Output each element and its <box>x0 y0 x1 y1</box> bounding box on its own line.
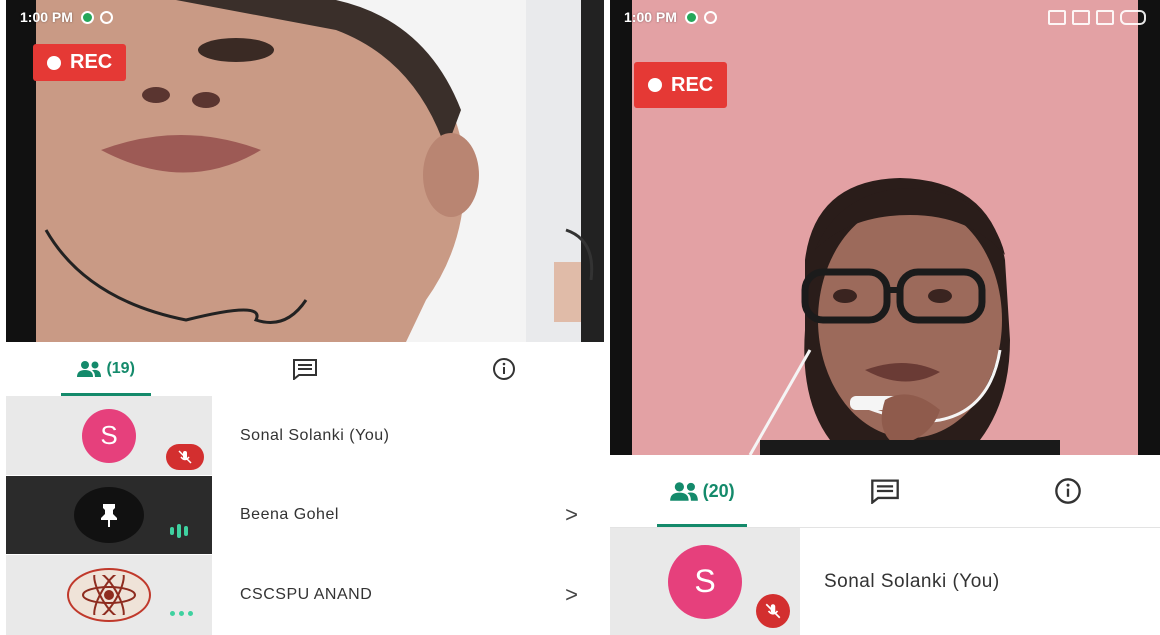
tab-info[interactable] <box>405 342 604 396</box>
battery-icon <box>1120 9 1146 25</box>
participant-name: Sonal Solanki (You) <box>824 570 1000 592</box>
rec-label: REC <box>671 73 714 96</box>
pin-icon <box>74 487 144 543</box>
status-time: 1:00 PM <box>20 9 73 25</box>
tab-participants[interactable]: (19) <box>6 342 205 396</box>
alarm-icon <box>1048 9 1066 25</box>
mic-off-icon <box>756 594 790 628</box>
participant-thumb: S <box>610 528 800 635</box>
signal-icon <box>1072 9 1090 25</box>
tab-chat[interactable] <box>205 342 404 396</box>
participant-count: (20) <box>702 480 735 501</box>
chevron-right-icon[interactable]: > <box>565 582 578 608</box>
tab-info[interactable] <box>977 455 1160 527</box>
left-meeting-screen: 1:00 PM REC (19) S Sonal Solanki (You) B… <box>6 0 604 635</box>
notification-icon <box>80 10 94 24</box>
participant-row[interactable]: Beena Gohel > <box>6 476 604 554</box>
right-meeting-screen: 1:00 PM REC (20) S Sonal Solanki (You) <box>610 0 1160 635</box>
chevron-right-icon[interactable]: > <box>565 502 578 528</box>
avatar: S <box>82 408 136 463</box>
avatar: S <box>668 544 742 619</box>
meeting-tabs: (20) <box>610 455 1160 528</box>
info-icon <box>493 358 516 380</box>
notification-icon <box>703 10 717 24</box>
participant-thumb: S <box>6 396 212 475</box>
participant-thumb <box>6 555 212 635</box>
tab-participants[interactable]: (20) <box>610 455 793 527</box>
more-icon <box>170 611 193 616</box>
notification-icon <box>684 10 698 24</box>
participant-row[interactable]: CSCSPU ANAND > <box>6 555 604 635</box>
meeting-tabs: (19) <box>6 342 604 396</box>
status-bar: 1:00 PM <box>6 0 604 34</box>
chat-icon <box>292 359 317 380</box>
people-icon <box>669 481 698 501</box>
mic-off-icon <box>166 444 204 470</box>
participant-name: Beena Gohel <box>240 506 339 523</box>
participant-row[interactable]: S Sonal Solanki (You) <box>610 528 1160 635</box>
people-icon <box>77 361 102 377</box>
participant-name: Sonal Solanki (You) <box>240 426 390 444</box>
notification-icon <box>99 10 113 24</box>
speaking-icon <box>170 524 188 538</box>
participant-name: CSCSPU ANAND <box>240 586 373 603</box>
system-status-icons <box>1048 9 1146 25</box>
signal-icon <box>1096 9 1114 25</box>
rec-indicator: REC <box>634 62 728 108</box>
chat-icon <box>871 479 899 504</box>
status-bar: 1:00 PM <box>610 0 1160 34</box>
record-dot-icon <box>47 55 61 70</box>
participant-row[interactable]: S Sonal Solanki (You) <box>6 396 604 475</box>
rec-label: REC <box>70 51 113 73</box>
participant-thumb <box>6 476 212 554</box>
participant-count: (19) <box>106 360 135 377</box>
tab-chat[interactable] <box>793 455 976 527</box>
record-dot-icon <box>648 78 662 92</box>
status-time: 1:00 PM <box>624 9 677 25</box>
rec-indicator: REC <box>33 44 127 81</box>
atom-logo-icon <box>67 568 151 622</box>
info-icon <box>1055 478 1082 504</box>
